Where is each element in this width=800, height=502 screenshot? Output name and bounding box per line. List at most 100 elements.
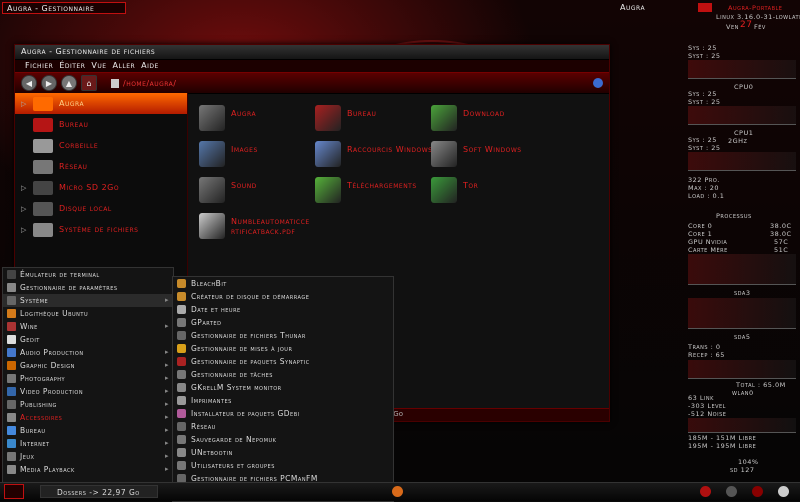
file-item[interactable]: Numbleautomaticcertificatback.pdf: [199, 213, 319, 249]
monitor-text: 57C: [774, 238, 789, 246]
sidebar-item[interactable]: Réseau: [15, 156, 187, 177]
submenu-item[interactable]: Utilisateurs et groupes: [173, 459, 393, 472]
submenu-item[interactable]: Gestionnaire de paquets Synaptic: [173, 355, 393, 368]
submenu-item[interactable]: Gestionnaire de tâches: [173, 368, 393, 381]
menu-vue[interactable]: Vue: [91, 60, 106, 72]
app-menu-item-label: Video Production: [20, 387, 84, 396]
app-menu-item[interactable]: Accessoires ▸: [3, 411, 173, 424]
sidebar-item[interactable]: Corbeille: [15, 135, 187, 156]
start-menu-button[interactable]: [4, 484, 24, 499]
usage-graph: [688, 254, 796, 285]
app-menu-item-label: Émulateur de terminal: [20, 270, 100, 279]
expand-arrow-icon[interactable]: ▷: [21, 226, 27, 234]
submenu-item[interactable]: Imprimantes: [173, 394, 393, 407]
refresh-icon[interactable]: [593, 78, 603, 88]
submenu-item[interactable]: Créateur de disque de démarrage: [173, 290, 393, 303]
usage-graph: [688, 60, 796, 79]
submenu-item[interactable]: GParted: [173, 316, 393, 329]
file-item[interactable]: Augra: [199, 105, 319, 141]
sidebar-item-label: Réseau: [59, 162, 88, 171]
app-menu-item[interactable]: Système ▸: [3, 294, 173, 307]
menu-fichier[interactable]: Fichier: [25, 60, 53, 72]
expand-arrow-icon[interactable]: ▷: [21, 100, 27, 108]
top-window-title[interactable]: Augra - Gestionnaire: [2, 2, 126, 14]
file-item[interactable]: Sound: [199, 177, 319, 213]
submenu-item[interactable]: Date et heure: [173, 303, 393, 316]
location-bar[interactable]: /home/augra/: [111, 78, 589, 88]
filesystem-icon: [33, 222, 53, 237]
app-menu-item-label: Wine: [20, 322, 38, 331]
file-item[interactable]: Tor: [431, 177, 551, 213]
app-menu-item[interactable]: Gedit: [3, 333, 173, 346]
app-menu-item[interactable]: Bureau ▸: [3, 424, 173, 437]
submenu-item-label: Utilisateurs et groupes: [191, 461, 275, 470]
submenu-item-label: Gestionnaire de paquets Synaptic: [191, 357, 310, 366]
app-menu-item[interactable]: Logithèque Ubuntu: [3, 307, 173, 320]
tray-network-icon[interactable]: [700, 486, 711, 497]
taskbar-window-button[interactable]: Dossers -> 22,97 Go: [40, 485, 158, 498]
file-manager-titlebar[interactable]: Augra - Gestionnaire de fichiers: [15, 45, 609, 60]
back-button[interactable]: ◀: [21, 75, 37, 91]
app-menu-item[interactable]: Internet ▸: [3, 437, 173, 450]
submenu-item[interactable]: Sauvegarde de Nepomuk: [173, 433, 393, 446]
sidebar-item[interactable]: Bureau: [15, 114, 187, 135]
monitor-text: 322 Pro.: [688, 176, 720, 184]
monitor-text: Syst : 25: [688, 144, 721, 152]
menu-aide[interactable]: Aide: [141, 60, 159, 72]
tray-power-icon[interactable]: [752, 486, 763, 497]
app-menu-item[interactable]: Wine ▸: [3, 320, 173, 333]
expand-arrow-icon[interactable]: ▷: [21, 184, 27, 192]
app-menu-item[interactable]: Media Playback ▸: [3, 463, 173, 476]
shortcut-folder-icon: [315, 141, 341, 167]
app-menu-item[interactable]: Audio Production ▸: [3, 346, 173, 359]
tray-update-icon[interactable]: [392, 486, 403, 497]
app-menu-item[interactable]: Video Production ▸: [3, 385, 173, 398]
home-button[interactable]: ⌂: [81, 75, 97, 91]
monitor-text: Recep : 65: [688, 351, 725, 359]
sidebar-item[interactable]: ▷ Micro SD 2Go: [15, 177, 187, 198]
submenu-item[interactable]: Installateur de paquets GDebi: [173, 407, 393, 420]
file-item[interactable]: Raccourcis Windows: [315, 141, 435, 177]
images-folder-icon: [199, 141, 225, 167]
update-icon: [177, 344, 186, 353]
monitor-icon: [177, 383, 186, 392]
app-menu-item[interactable]: Émulateur de terminal: [3, 268, 173, 281]
up-button[interactable]: ▲: [61, 75, 77, 91]
submenu-item[interactable]: UNetbootin: [173, 446, 393, 459]
submenu-item[interactable]: Réseau: [173, 420, 393, 433]
forward-button[interactable]: ▶: [41, 75, 57, 91]
video-icon: [7, 387, 16, 396]
file-item[interactable]: Images: [199, 141, 319, 177]
submenu-item[interactable]: GKrellM System monitor: [173, 381, 393, 394]
app-menu-item-label: Bureau: [20, 426, 46, 435]
file-item[interactable]: Bureau: [315, 105, 435, 141]
network-icon: [33, 159, 53, 174]
tray-clock-icon[interactable]: [778, 486, 789, 497]
expand-arrow-icon[interactable]: ▷: [21, 205, 27, 213]
submenu-item-label: Date et heure: [191, 305, 241, 314]
menu-aller[interactable]: Aller: [113, 60, 136, 72]
sidebar-item[interactable]: ▷ Système de fichiers: [15, 219, 187, 240]
submenu-item[interactable]: Gestionnaire de fichiers Thunar: [173, 329, 393, 342]
app-menu-item[interactable]: Graphic Design ▸: [3, 359, 173, 372]
app-menu-item[interactable]: Photography ▸: [3, 372, 173, 385]
tray-volume-icon[interactable]: [726, 486, 737, 497]
submenu-item[interactable]: BleachBit: [173, 277, 393, 290]
app-menu-item-label: Système: [20, 296, 49, 305]
menu-editer[interactable]: Éditer: [59, 60, 85, 72]
submenu-item[interactable]: Gestionnaire de mises à jour: [173, 342, 393, 355]
app-menu-item[interactable]: Publishing ▸: [3, 398, 173, 411]
file-item[interactable]: Download: [431, 105, 551, 141]
submenu-arrow-icon: ▸: [164, 374, 169, 382]
file-item[interactable]: Téléchargements: [315, 177, 435, 213]
monitor-text: 2GHz: [728, 137, 748, 145]
submenu-arrow-icon: ▸: [164, 322, 169, 330]
sidebar-item[interactable]: ▷ Disque local: [15, 198, 187, 219]
gear-folder-icon: [431, 141, 457, 167]
file-item[interactable]: Soft Windows: [431, 141, 551, 177]
media-icon: [7, 465, 16, 474]
office-icon: [7, 426, 16, 435]
app-menu-item[interactable]: Gestionnaire de paramètres: [3, 281, 173, 294]
app-menu-item[interactable]: Jeux ▸: [3, 450, 173, 463]
sidebar-item[interactable]: ▷ Augra: [15, 93, 187, 114]
